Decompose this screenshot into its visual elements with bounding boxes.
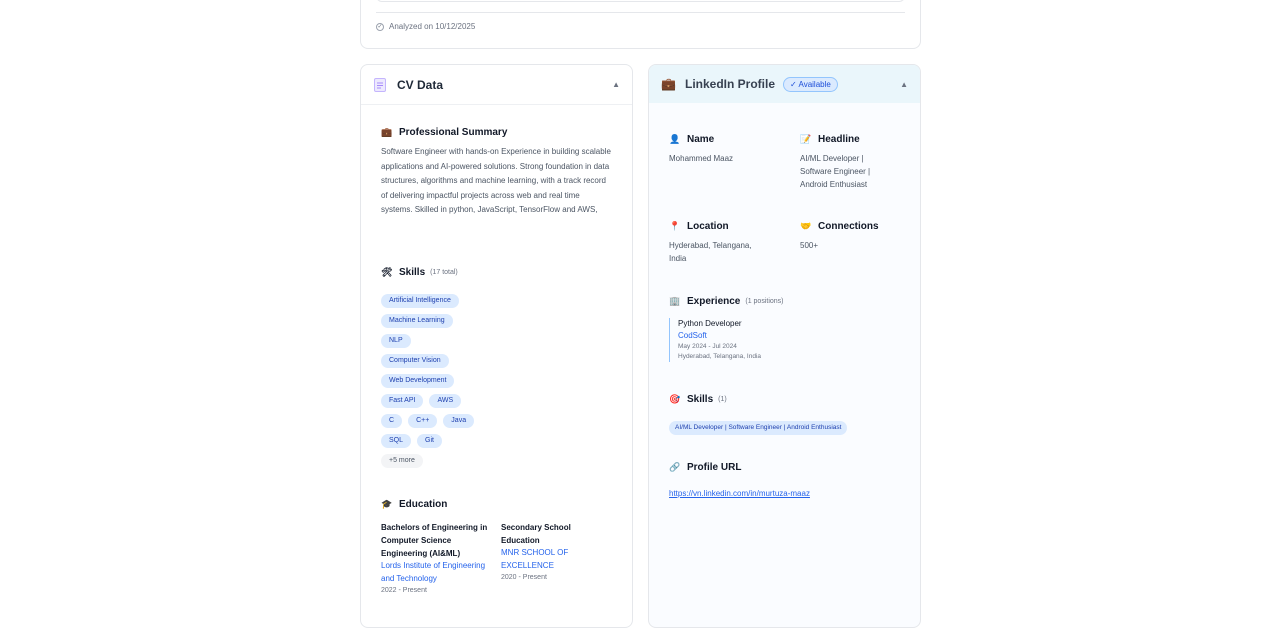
skill-tag: Fast API [381, 394, 424, 408]
linkedin-profile-panel: 💼 LinkedIn Profile ✓ Available ▲ 👤 Name … [648, 64, 921, 628]
divider [376, 12, 905, 13]
skill-tag: NLP [381, 334, 411, 348]
skill-tag: Computer Vision [381, 354, 449, 368]
skills-list: Artificial Intelligence Machine Learning… [381, 289, 480, 469]
link-icon: 🔗 [669, 462, 681, 472]
location-value: Hyderabad, Telangana, India [669, 241, 752, 263]
analysis-card: ✓ Analyzed on 10/12/2025 [360, 0, 921, 49]
analyzed-text: Analyzed on 10/12/2025 [389, 22, 476, 31]
li-skills-count: (1) [718, 396, 727, 403]
caret-up-icon[interactable]: ▲ [900, 80, 908, 89]
skill-tag: Artificial Intelligence [381, 294, 459, 308]
analyzed-date: ✓ Analyzed on 10/12/2025 [376, 22, 475, 31]
briefcase-icon: 💼 [381, 127, 393, 137]
education-item: Bachelors of Engineering in Computer Sci… [381, 521, 491, 597]
education-item: Secondary School Education MNR SCHOOL OF… [501, 521, 611, 584]
summary-heading: 💼 Professional Summary [381, 127, 508, 138]
skills-count: (17 total) [430, 269, 458, 276]
li-skills-list: AI/ML Developer | Software Engineer | An… [669, 416, 848, 435]
headline-heading: 📝 Headline [800, 134, 860, 145]
exp-dates: May 2024 - Jul 2024 [678, 343, 737, 350]
skill-tag: AWS [429, 394, 462, 408]
inner-box [376, 0, 905, 2]
exp-company: CodSoft [678, 331, 707, 340]
skill-tag: Java [443, 414, 475, 428]
skill-tag: Machine Learning [381, 314, 453, 328]
edu-school: MNR SCHOOL OF EXCELLENCE [501, 548, 569, 570]
tools-icon: 🛠 [381, 267, 393, 277]
pin-icon: 📍 [669, 221, 681, 231]
memo-icon: 📝 [800, 134, 812, 144]
edu-degree: Secondary School Education [501, 523, 571, 545]
cv-panel-header[interactable]: CV Data ▲ [361, 65, 632, 105]
profile-url: https://vn.linkedin.com/in/murtuza-maaz [669, 483, 810, 501]
briefcase-icon: 💼 [661, 77, 676, 91]
skill-tag: SQL [381, 434, 412, 448]
exp-location: Hyderabad, Telangana, India [678, 353, 761, 360]
cv-data-panel: CV Data ▲ 💼 Professional Summary Softwar… [360, 64, 633, 628]
location-heading: 📍 Location [669, 221, 729, 232]
education-heading: 🎓 Education [381, 499, 448, 510]
skill-tag: Git [417, 434, 442, 448]
person-icon: 👤 [669, 134, 681, 144]
li-skill-tag: AI/ML Developer | Software Engineer | An… [669, 421, 848, 435]
skill-tag: Web Development [381, 374, 455, 388]
skill-tag: C [381, 414, 403, 428]
edu-years: 2020 - Present [501, 574, 547, 581]
cv-panel-title: CV Data [397, 77, 444, 92]
profile-url-heading: 🔗 Profile URL [669, 462, 742, 473]
exp-title: Python Developer [678, 319, 742, 328]
name-heading: 👤 Name [669, 134, 715, 145]
edu-degree: Bachelors of Engineering in Computer Sci… [381, 523, 488, 558]
more-skills-tag[interactable]: +5 more [381, 454, 423, 468]
graduation-cap-icon: 🎓 [381, 499, 393, 509]
li-skills-heading: 🎯 Skills (1) [669, 394, 727, 405]
check-circle-icon: ✓ [376, 22, 384, 31]
experience-heading: 🏢 Experience (1 positions) [669, 296, 784, 307]
caret-up-icon[interactable]: ▲ [612, 80, 620, 89]
edu-school: Lords Institute of Engineering and Techn… [381, 561, 486, 583]
target-icon: 🎯 [669, 394, 681, 404]
summary-text: Software Engineer with hands-on Experien… [381, 147, 611, 214]
connections-value: 500+ [800, 241, 819, 250]
experience-count: (1 positions) [745, 298, 784, 305]
headline-value: AI/ML Developer | Software Engineer | An… [800, 154, 871, 189]
skill-tag: C++ [408, 414, 438, 428]
experience-item: Python Developer CodSoft May 2024 - Jul … [669, 318, 849, 362]
linkedin-panel-title: LinkedIn Profile [685, 77, 776, 91]
edu-years: 2022 - Present [381, 587, 427, 594]
linkedin-panel-header[interactable]: 💼 LinkedIn Profile ✓ Available ▲ [649, 65, 920, 103]
name-value: Mohammed Maaz [669, 154, 734, 163]
document-icon [373, 77, 387, 92]
building-icon: 🏢 [669, 296, 681, 306]
handshake-icon: 🤝 [800, 221, 812, 231]
available-badge: ✓ Available [783, 76, 838, 92]
connections-heading: 🤝 Connections [800, 221, 879, 232]
profile-url-link[interactable]: https://vn.linkedin.com/in/murtuza-maaz [669, 489, 810, 498]
skills-heading: 🛠 Skills (17 total) [381, 267, 458, 278]
